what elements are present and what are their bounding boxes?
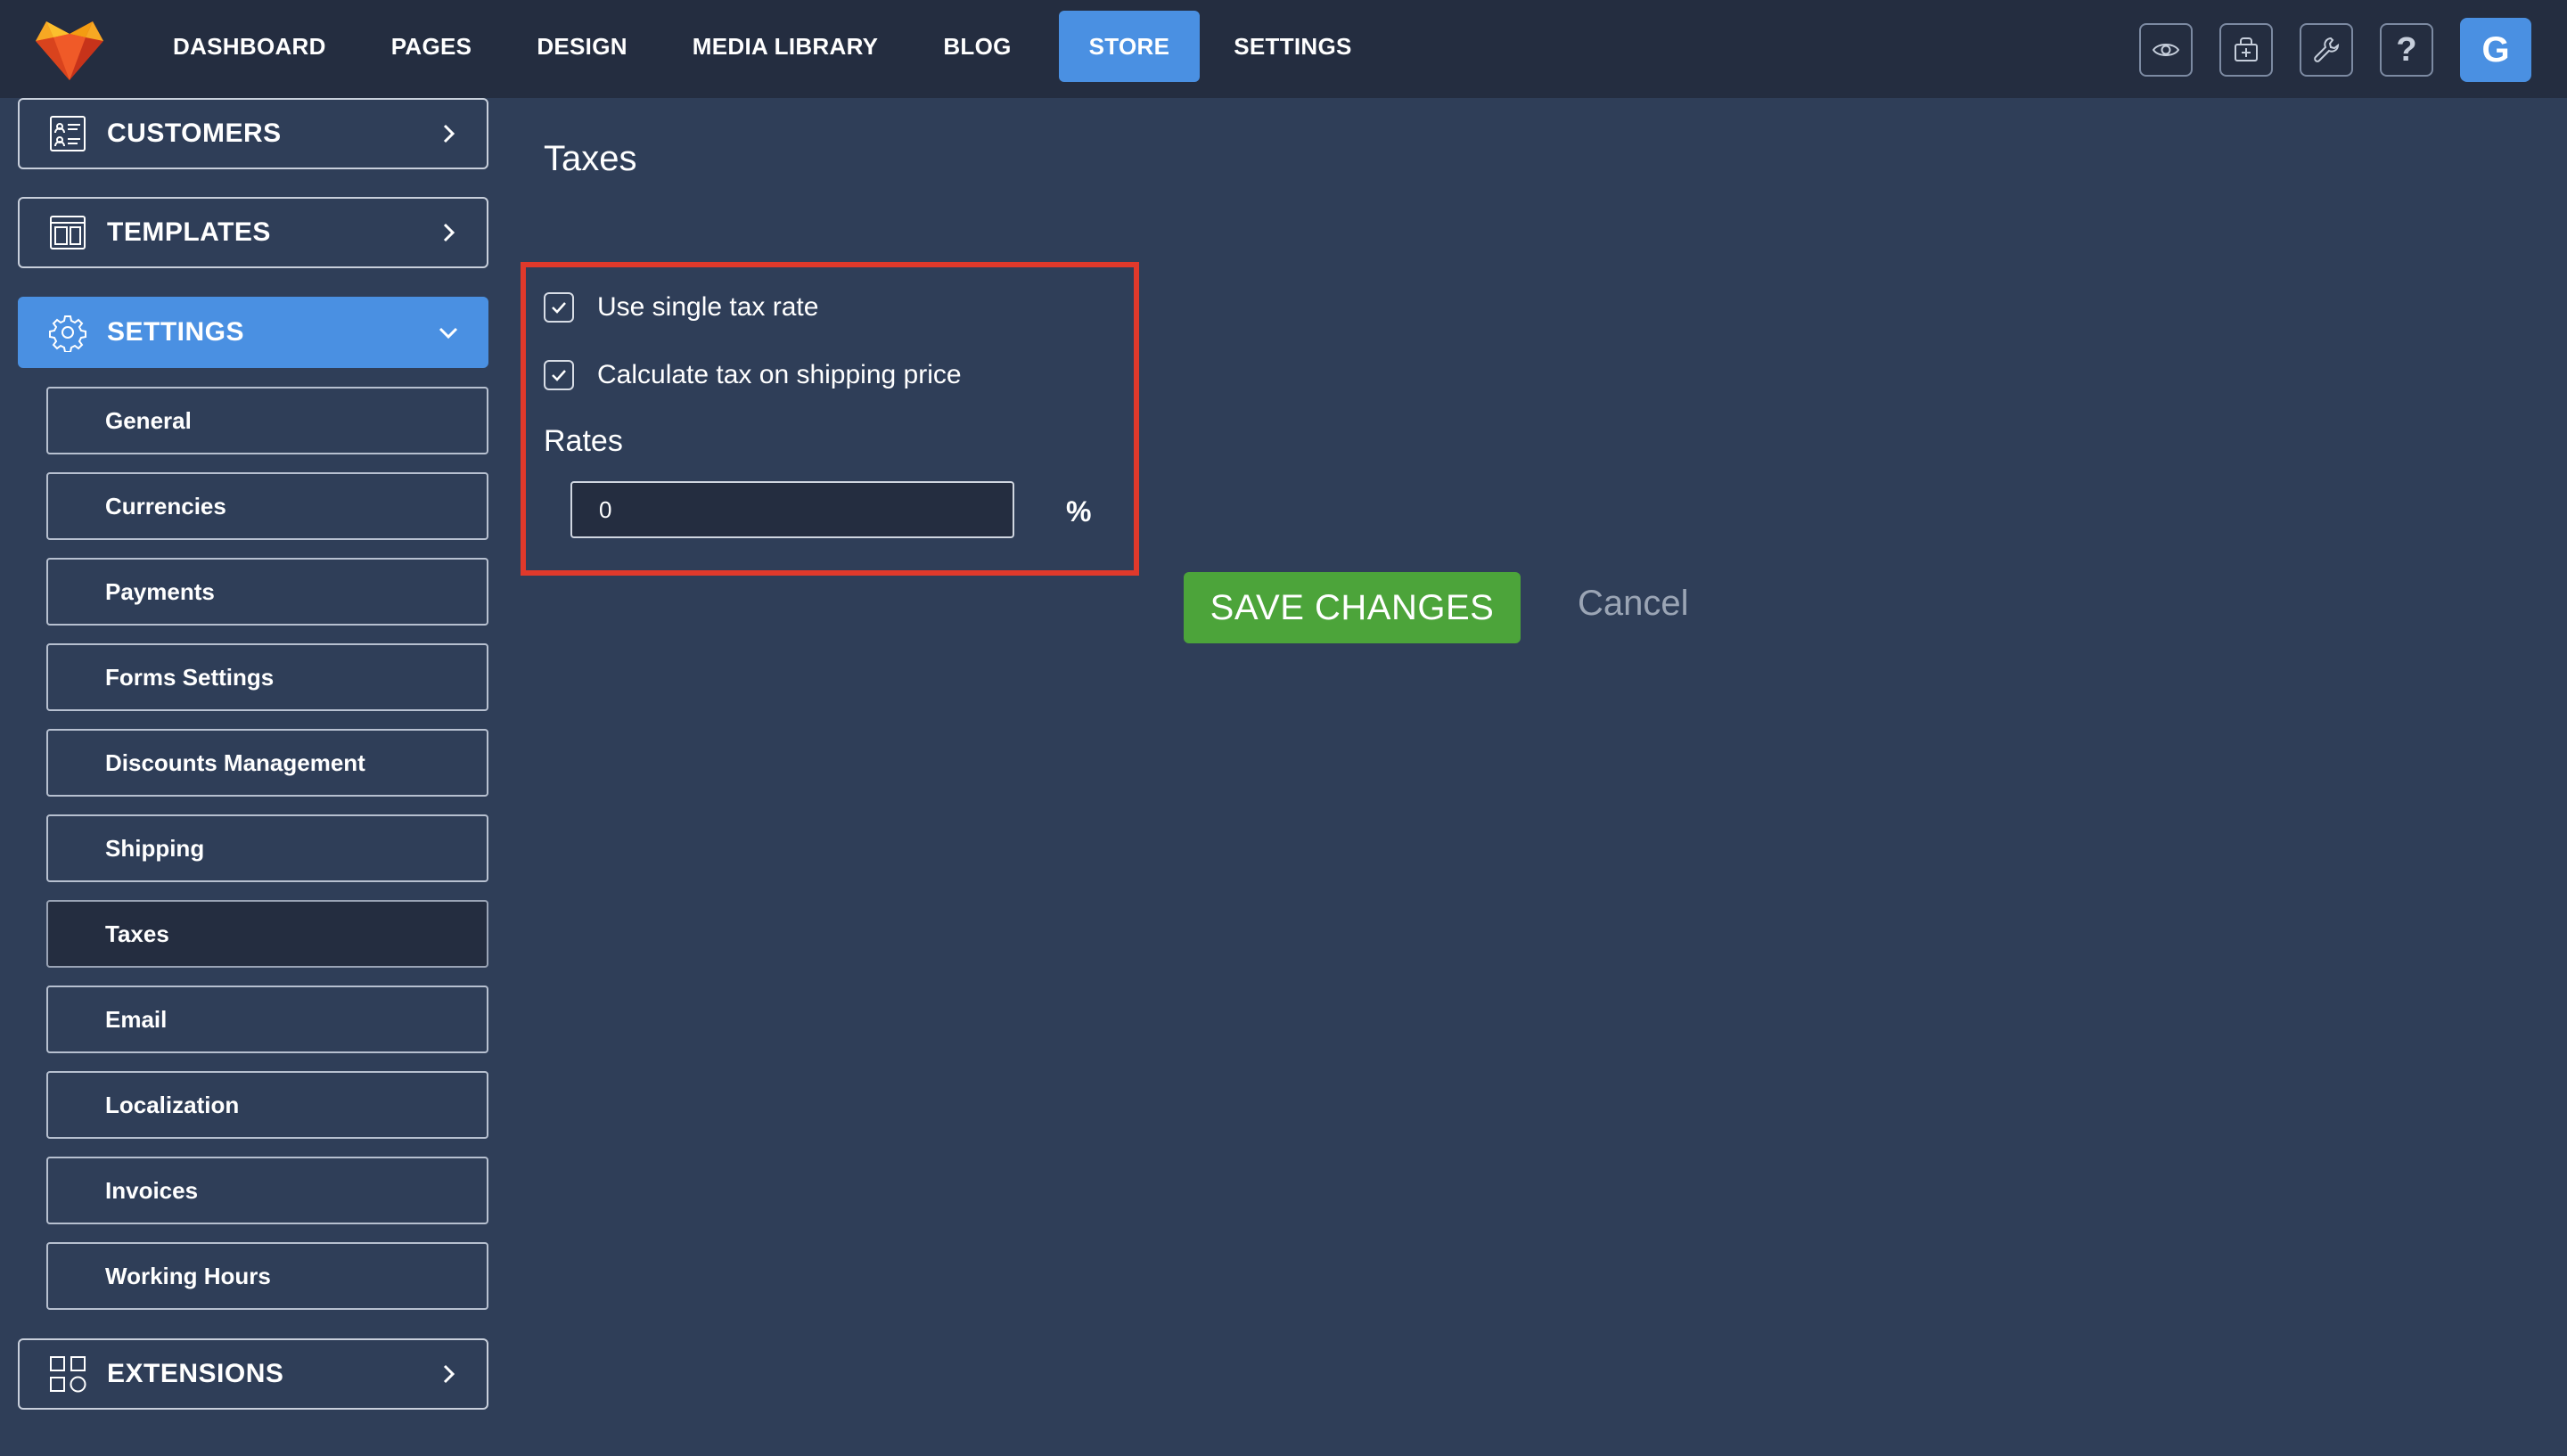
- sidebar-section-customers[interactable]: CUSTOMERS: [18, 98, 488, 169]
- chevron-right-icon: [443, 1364, 455, 1384]
- single-tax-rate-option[interactable]: Use single tax rate: [544, 292, 818, 323]
- sidebar-templates-label: TEMPLATES: [107, 217, 271, 247]
- single-tax-rate-label: Use single tax rate: [597, 292, 819, 322]
- cancel-button[interactable]: Cancel: [1578, 584, 1689, 624]
- page-title: Taxes: [544, 139, 637, 178]
- settings-item-localization[interactable]: Localization: [46, 1071, 488, 1139]
- settings-item-taxes[interactable]: Taxes: [46, 900, 488, 968]
- shipping-tax-option[interactable]: Calculate tax on shipping price: [544, 360, 962, 390]
- settings-item-payments[interactable]: Payments: [46, 558, 488, 626]
- templates-icon: [50, 216, 86, 249]
- tools-button[interactable]: [2300, 23, 2353, 77]
- extensions-icon: [50, 1356, 86, 1393]
- percent-symbol: %: [1066, 495, 1092, 528]
- nav-store[interactable]: STORE: [1058, 11, 1201, 82]
- chevron-right-icon: [443, 124, 455, 143]
- store-add-icon: [2235, 37, 2258, 61]
- tax-rate-input[interactable]: [570, 481, 1014, 538]
- shipping-tax-label: Calculate tax on shipping price: [597, 360, 962, 389]
- rates-label: Rates: [544, 424, 623, 458]
- nav-dashboard[interactable]: DASHBOARD: [155, 11, 344, 82]
- toolbar-icons: ? G: [2112, 18, 2531, 82]
- eye-icon: [2152, 44, 2180, 56]
- nav-blog[interactable]: BLOG: [925, 11, 1029, 82]
- settings-item-general[interactable]: General: [46, 387, 488, 454]
- customers-icon: [50, 116, 86, 151]
- sidebar-section-settings[interactable]: SETTINGS: [18, 297, 488, 368]
- sidebar-customers-label: CUSTOMERS: [107, 119, 282, 148]
- settings-item-forms-settings[interactable]: Forms Settings: [46, 643, 488, 711]
- top-bar: DASHBOARD PAGES DESIGN MEDIA LIBRARY BLO…: [0, 0, 2567, 98]
- sidebar-extensions-label: EXTENSIONS: [107, 1359, 284, 1388]
- nav-design[interactable]: DESIGN: [519, 11, 644, 82]
- help-button[interactable]: ?: [2380, 23, 2433, 77]
- nav-pages[interactable]: PAGES: [373, 11, 490, 82]
- main-nav: DASHBOARD PAGES DESIGN MEDIA LIBRARY BLO…: [155, 11, 1399, 82]
- settings-item-currencies[interactable]: Currencies: [46, 472, 488, 540]
- chevron-right-icon: [443, 223, 455, 242]
- app-logo-icon[interactable]: [32, 11, 107, 86]
- preview-button[interactable]: [2139, 23, 2193, 77]
- save-changes-button[interactable]: SAVE CHANGES: [1184, 572, 1521, 643]
- checkmark-icon: [552, 302, 566, 314]
- single-tax-rate-checkbox[interactable]: [544, 292, 574, 323]
- nav-media-library[interactable]: MEDIA LIBRARY: [675, 11, 897, 82]
- settings-item-working-hours[interactable]: Working Hours: [46, 1242, 488, 1310]
- chevron-down-icon: [439, 327, 458, 339]
- sidebar-section-extensions[interactable]: EXTENSIONS: [18, 1338, 488, 1410]
- store-button[interactable]: [2219, 23, 2273, 77]
- gear-icon: [49, 315, 86, 352]
- sidebar-section-templates[interactable]: TEMPLATES: [18, 197, 488, 268]
- sidebar-settings-label: SETTINGS: [107, 317, 245, 347]
- settings-item-invoices[interactable]: Invoices: [46, 1157, 488, 1224]
- settings-item-email[interactable]: Email: [46, 986, 488, 1053]
- user-avatar[interactable]: G: [2460, 18, 2531, 82]
- shipping-tax-checkbox[interactable]: [544, 360, 574, 390]
- settings-item-discounts-management[interactable]: Discounts Management: [46, 729, 488, 797]
- wrench-icon: [2314, 37, 2340, 62]
- settings-item-shipping[interactable]: Shipping: [46, 814, 488, 882]
- checkmark-icon: [552, 370, 566, 381]
- nav-settings[interactable]: SETTINGS: [1216, 11, 1369, 82]
